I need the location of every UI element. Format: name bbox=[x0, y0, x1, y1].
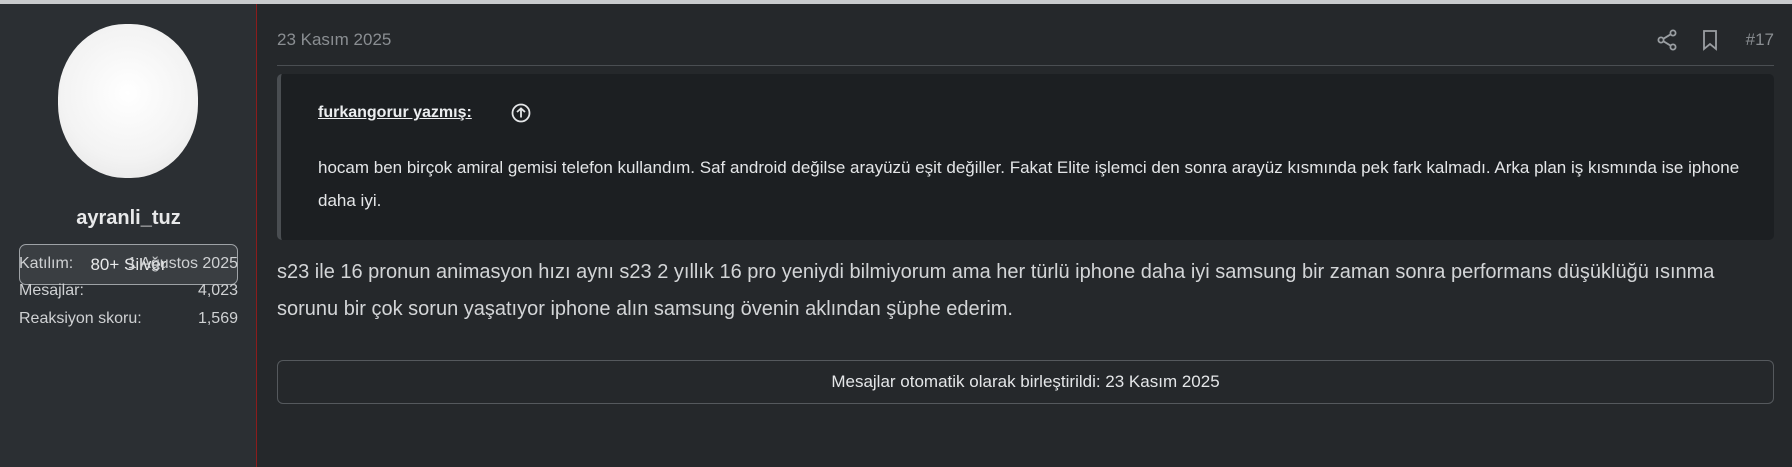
stat-joined: Katılım: 1 Ağustos 2025 bbox=[19, 255, 238, 281]
stat-messages: Mesajlar: 4,023 bbox=[19, 282, 238, 308]
stat-label: Reaksiyon skoru: bbox=[19, 310, 142, 327]
window-top-border bbox=[0, 0, 1792, 4]
message-body: s23 ile 16 pronun animasyon hızı aynı s2… bbox=[277, 261, 1715, 320]
stat-reaction-score: Reaksiyon skoru: 1,569 bbox=[19, 310, 238, 336]
quote-block: furkangorur yazmış: hocam ben birçok ami… bbox=[277, 74, 1774, 240]
user-panel: ayranli_tuz 80+ Silver Katılım: 1 Ağusto… bbox=[0, 4, 257, 467]
quote-text: hocam ben birçok amiral gemisi telefon k… bbox=[318, 158, 1740, 210]
stat-value: 4,023 bbox=[197, 282, 238, 299]
post-header: 23 Kasım 2025 #17 bbox=[277, 28, 1774, 66]
post-date[interactable]: 23 Kasım 2025 bbox=[277, 30, 391, 50]
stat-value: 1,569 bbox=[197, 310, 238, 327]
username[interactable]: ayranli_tuz bbox=[0, 207, 257, 230]
stat-label: Katılım: bbox=[19, 255, 74, 272]
arrow-up-circle-icon[interactable] bbox=[510, 102, 532, 124]
quote-author[interactable]: furkangorur yazmış: bbox=[318, 104, 472, 122]
stat-value: 1 Ağustos 2025 bbox=[127, 255, 238, 272]
share-icon[interactable] bbox=[1655, 28, 1679, 52]
stat-label: Mesajlar: bbox=[19, 282, 84, 299]
bookmark-icon[interactable] bbox=[1698, 28, 1722, 52]
post-number[interactable]: #17 bbox=[1746, 30, 1774, 50]
merge-notice: Mesajlar otomatik olarak birleştirildi: … bbox=[277, 360, 1774, 404]
avatar[interactable] bbox=[58, 24, 198, 178]
